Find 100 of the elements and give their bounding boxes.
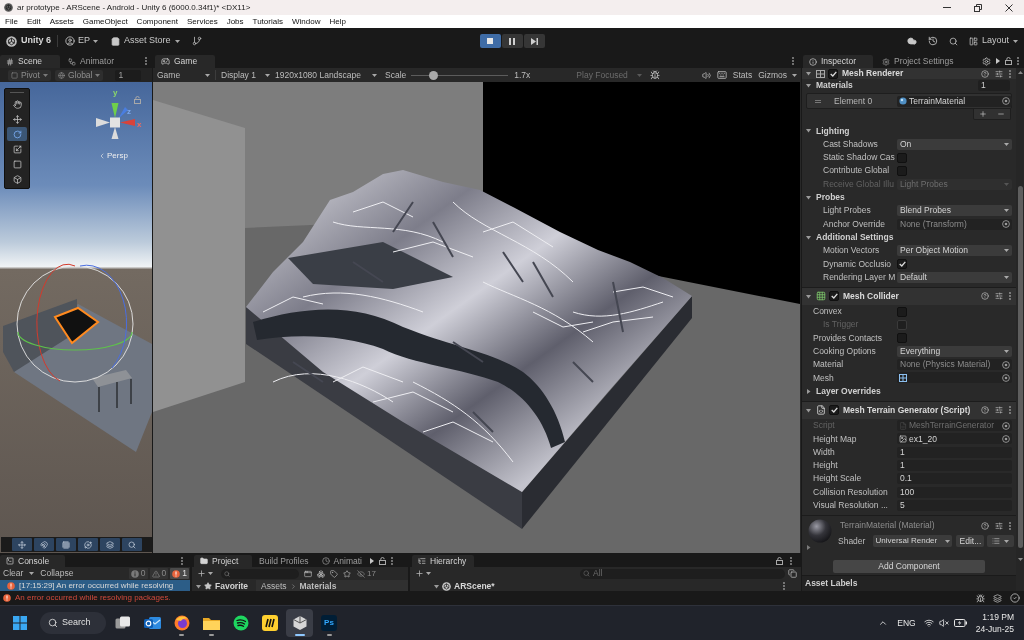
dropdown[interactable]: On: [897, 138, 1012, 150]
dropdown[interactable]: Default: [897, 271, 1012, 283]
number-field[interactable]: 100: [897, 486, 1012, 498]
overlay-tool-button[interactable]: [100, 538, 120, 551]
account-button[interactable]: EP: [65, 34, 99, 48]
number-field[interactable]: 1: [897, 446, 1012, 458]
add-component-button[interactable]: Add Component: [833, 560, 985, 573]
menu-item[interactable]: Window: [291, 17, 321, 26]
clock-button[interactable]: 1:19 PM 24-Jun-25: [975, 611, 1014, 635]
number-field[interactable]: 0.1: [897, 473, 1012, 485]
dropdown[interactable]: Per Object Motion: [897, 245, 1012, 257]
arrow-icon[interactable]: [369, 557, 374, 564]
expanded-arrow-icon[interactable]: [806, 128, 811, 134]
slider-thumb[interactable]: [428, 70, 438, 80]
panel-tab[interactable]: Animati: [315, 555, 368, 567]
panel-tab[interactable]: Console: [0, 555, 65, 567]
panel-tab[interactable]: Build Profiles: [253, 555, 315, 567]
panel-tab[interactable]: Project Settings: [876, 55, 960, 68]
expanded-arrow-icon[interactable]: [806, 71, 811, 76]
target-icon[interactable]: [1002, 97, 1010, 106]
favorites-label[interactable]: Favorite: [215, 580, 249, 593]
expanded-arrow-icon[interactable]: [806, 407, 811, 413]
playback-button[interactable]: [523, 34, 545, 48]
boxes-icon[interactable]: [317, 569, 325, 578]
component-header[interactable]: Mesh Collider: [802, 286, 1016, 305]
number-field[interactable]: 1: [897, 459, 1012, 471]
panel-tab[interactable]: Hierarchy: [412, 555, 474, 567]
tag-icon[interactable]: [330, 569, 338, 578]
terrain-model[interactable]: [246, 170, 692, 529]
dropdown[interactable]: Blend Probes: [897, 205, 1012, 217]
expanded-arrow-icon[interactable]: [806, 194, 811, 200]
log-count-toggle[interactable]: 0: [128, 568, 148, 579]
checkbox[interactable]: [897, 258, 907, 269]
audio-button[interactable]: [701, 70, 711, 80]
panel-tab[interactable]: Inspector: [803, 55, 873, 68]
asset-store-button[interactable]: Asset Store: [111, 34, 180, 48]
breadcrumb-link[interactable]: Assets: [261, 580, 287, 593]
edit-button[interactable]: Edit...: [956, 535, 985, 547]
menu-item[interactable]: Edit: [26, 17, 41, 26]
sphere-gizmo[interactable]: [16, 263, 134, 383]
expanded-arrow-icon[interactable]: [196, 583, 201, 589]
menu-item[interactable]: Help: [329, 17, 346, 26]
target-icon[interactable]: [1002, 220, 1010, 228]
settings-icon[interactable]: [982, 56, 991, 66]
menu-item[interactable]: Jobs: [226, 17, 244, 26]
object-field[interactable]: TerrainMaterial: [897, 95, 1012, 107]
panel-tab[interactable]: Game: [155, 55, 215, 68]
menu-item[interactable]: Services: [186, 17, 218, 26]
scrollbar-thumb[interactable]: [1017, 186, 1023, 548]
checkbox[interactable]: [829, 291, 839, 302]
clear-button[interactable]: Clear: [0, 567, 24, 580]
shader-dropdown[interactable]: Universal Render: [873, 535, 953, 547]
panel-tab[interactable]: Scene: [0, 55, 60, 68]
help-icon[interactable]: [981, 406, 989, 415]
help-icon[interactable]: [981, 521, 989, 530]
history-button[interactable]: [927, 36, 938, 46]
search-field[interactable]: Search: [40, 612, 106, 634]
check-circle-icon[interactable]: [1010, 593, 1020, 603]
arrow-icon[interactable]: [996, 58, 1000, 64]
lock-icon[interactable]: [776, 556, 783, 565]
overlay-tool-button[interactable]: [78, 538, 98, 551]
selected-terrain-model[interactable]: [53, 306, 100, 345]
star-icon[interactable]: [343, 569, 351, 578]
sliders-icon[interactable]: [995, 521, 1003, 530]
help-icon[interactable]: [981, 69, 989, 78]
scroll-up-icon[interactable]: [1017, 71, 1023, 74]
menu-item[interactable]: Tutorials: [252, 17, 283, 26]
search-window-button[interactable]: [788, 569, 797, 578]
log-count-toggle[interactable]: 1: [170, 568, 189, 579]
search-button[interactable]: [948, 36, 958, 46]
overlay-tool-button[interactable]: [34, 538, 54, 551]
breadcrumb-link[interactable]: Materials: [299, 580, 337, 593]
collapsed-arrow-icon[interactable]: [806, 545, 811, 550]
object-field[interactable]: [897, 372, 1012, 384]
overlay-tool-button[interactable]: [56, 538, 76, 551]
pivot-dropdown[interactable]: Pivot: [8, 69, 51, 81]
keyboard-button[interactable]: [716, 70, 727, 80]
scroll-down-icon[interactable]: [1017, 558, 1023, 561]
cloud-button[interactable]: [906, 36, 917, 46]
collapsed-arrow-icon[interactable]: [806, 388, 811, 394]
panel-tab[interactable]: Project: [194, 555, 252, 567]
scene-name[interactable]: ARScene*: [454, 580, 495, 593]
help-icon[interactable]: [981, 292, 989, 301]
object-field[interactable]: None (Transform): [897, 218, 1012, 230]
checkbox[interactable]: [897, 152, 907, 163]
grid-size-field[interactable]: 1: [115, 69, 142, 81]
checkbox[interactable]: [897, 165, 907, 176]
dropdown[interactable]: Everything: [897, 345, 1012, 357]
lock-icon[interactable]: [1005, 57, 1012, 65]
component-header[interactable]: Mesh Terrain Generator (Script): [802, 400, 1016, 419]
sliders-icon[interactable]: [995, 292, 1003, 301]
overlay-tool-button[interactable]: [122, 538, 142, 551]
game-mode-dropdown[interactable]: Game: [155, 69, 212, 81]
taskbar-app-button[interactable]: [286, 609, 313, 637]
version-control-button[interactable]: [191, 36, 202, 46]
log-entry[interactable]: [17:15:29] An error occurred while resolving: [0, 580, 190, 592]
menu-item[interactable]: GameObject: [82, 17, 128, 26]
checkbox[interactable]: [829, 405, 839, 416]
expanded-arrow-icon[interactable]: [806, 234, 811, 240]
product-button[interactable]: Unity 6: [6, 34, 51, 48]
